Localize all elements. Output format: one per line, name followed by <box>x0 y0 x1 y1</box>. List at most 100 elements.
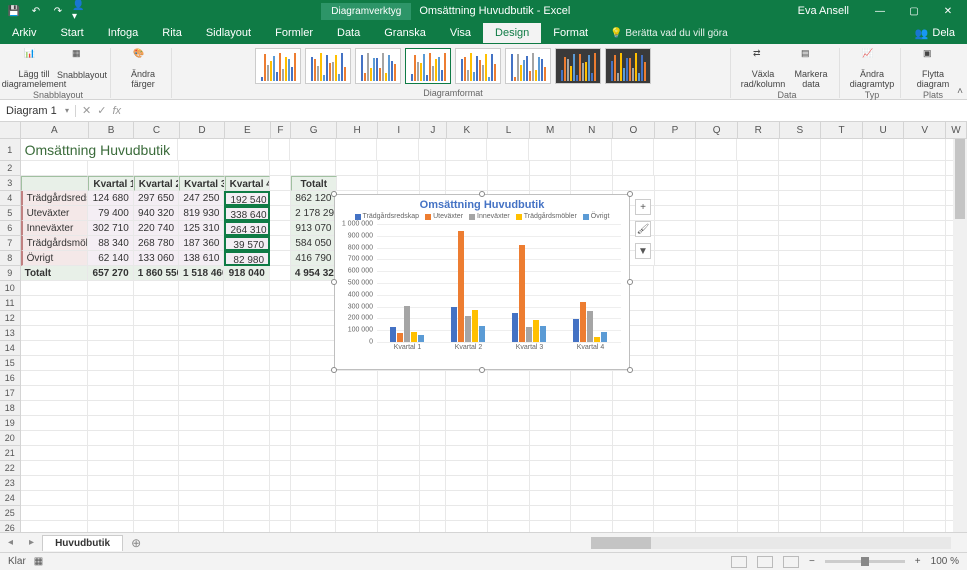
column-header[interactable]: O <box>613 122 655 138</box>
cell[interactable] <box>904 281 946 296</box>
cell[interactable] <box>696 251 738 266</box>
row-header[interactable]: 10 <box>0 281 21 296</box>
cell[interactable] <box>863 161 905 176</box>
cell[interactable] <box>179 491 224 506</box>
cell[interactable] <box>696 446 738 461</box>
cell[interactable] <box>336 491 378 506</box>
cell[interactable] <box>530 521 572 532</box>
cell[interactable] <box>290 139 335 161</box>
cell[interactable] <box>779 296 821 311</box>
cell[interactable] <box>863 281 905 296</box>
cell[interactable] <box>336 446 378 461</box>
cell[interactable] <box>821 476 863 491</box>
cell[interactable] <box>613 521 655 532</box>
cell[interactable] <box>654 356 696 371</box>
cell[interactable] <box>863 461 905 476</box>
cell[interactable] <box>779 236 821 251</box>
cell[interactable] <box>904 311 946 326</box>
cell[interactable] <box>88 296 133 311</box>
cell[interactable] <box>378 446 420 461</box>
cell[interactable] <box>291 401 336 416</box>
column-header[interactable]: P <box>655 122 697 138</box>
cell[interactable] <box>738 491 780 506</box>
chart-legend[interactable]: TrädgårdsredskapUteväxterInneväxterTrädg… <box>335 213 629 220</box>
cell[interactable] <box>613 491 655 506</box>
cell[interactable] <box>291 446 336 461</box>
chart-bar[interactable] <box>580 302 586 342</box>
cell[interactable] <box>270 206 291 221</box>
cell[interactable] <box>88 461 133 476</box>
cell[interactable] <box>654 401 696 416</box>
cell[interactable]: Omsättning Huvudbutik <box>21 139 178 161</box>
cell[interactable] <box>738 401 780 416</box>
cell[interactable] <box>779 416 821 431</box>
chart-style-option[interactable] <box>305 48 351 84</box>
cell[interactable] <box>291 431 336 446</box>
cell[interactable] <box>224 446 269 461</box>
cell[interactable] <box>779 521 821 532</box>
cell[interactable] <box>134 431 179 446</box>
row-header[interactable]: 18 <box>0 401 21 416</box>
cell[interactable] <box>738 221 780 236</box>
fx-icon[interactable]: fx <box>112 105 121 117</box>
cell[interactable]: 1 860 550 <box>134 266 179 281</box>
cell[interactable] <box>336 476 378 491</box>
cell[interactable] <box>904 356 946 371</box>
cell[interactable] <box>21 416 89 431</box>
cell[interactable] <box>178 139 223 161</box>
chart-bar[interactable] <box>540 326 546 342</box>
cell[interactable] <box>21 446 89 461</box>
chart-bar-group[interactable] <box>564 224 618 342</box>
chart-bar[interactable] <box>519 245 525 342</box>
cell[interactable] <box>530 461 572 476</box>
cell[interactable] <box>134 311 179 326</box>
cell[interactable] <box>420 161 447 176</box>
cell[interactable]: 247 250 <box>179 191 224 206</box>
cell[interactable] <box>696 356 738 371</box>
cell[interactable] <box>655 236 697 251</box>
cell[interactable] <box>738 191 780 206</box>
cell[interactable] <box>179 416 224 431</box>
cell[interactable] <box>571 386 613 401</box>
cell[interactable] <box>88 356 133 371</box>
minimize-button[interactable]: — <box>865 1 895 21</box>
cell[interactable] <box>378 491 420 506</box>
cell[interactable] <box>613 416 655 431</box>
chart-style-option[interactable] <box>455 48 501 84</box>
cell[interactable] <box>224 386 269 401</box>
cell[interactable]: 39 570 <box>224 236 270 251</box>
cell[interactable] <box>420 491 447 506</box>
cell[interactable] <box>446 416 488 431</box>
cell[interactable] <box>738 206 780 221</box>
legend-item[interactable]: Övrigt <box>583 213 610 220</box>
cell[interactable] <box>571 401 613 416</box>
cell[interactable] <box>904 386 946 401</box>
resize-handle[interactable] <box>479 367 485 373</box>
cell[interactable] <box>613 371 655 386</box>
cell[interactable] <box>21 371 89 386</box>
chart-bar[interactable] <box>418 335 424 342</box>
cell[interactable] <box>420 371 447 386</box>
cell[interactable] <box>270 236 291 251</box>
cell[interactable] <box>863 341 905 356</box>
chart-object[interactable]: Omsättning Huvudbutik TrädgårdsredskapUt… <box>334 194 630 370</box>
cell[interactable] <box>378 431 420 446</box>
cell[interactable] <box>378 401 420 416</box>
cell[interactable] <box>224 356 269 371</box>
cell[interactable]: 819 930 <box>179 206 224 221</box>
cell[interactable] <box>270 386 291 401</box>
chart-style-option[interactable] <box>605 48 651 84</box>
cell[interactable] <box>291 311 336 326</box>
cell[interactable] <box>863 266 905 281</box>
cell[interactable] <box>821 266 863 281</box>
cell[interactable] <box>904 266 946 281</box>
cell[interactable] <box>446 371 488 386</box>
cell[interactable] <box>378 476 420 491</box>
cell[interactable] <box>270 161 291 176</box>
cell[interactable] <box>904 461 946 476</box>
cell[interactable] <box>779 431 821 446</box>
cell[interactable] <box>291 161 336 176</box>
cell[interactable]: 913 070 <box>291 221 336 236</box>
cell[interactable] <box>613 161 655 176</box>
cell[interactable] <box>738 161 780 176</box>
